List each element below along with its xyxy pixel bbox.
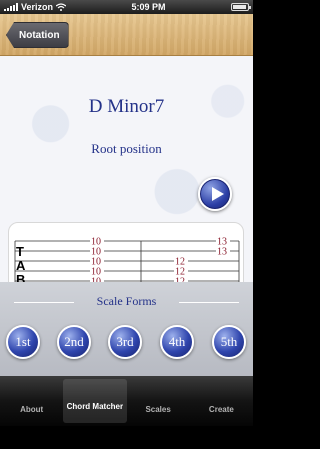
scale-form-5th-button[interactable]: 5th	[212, 325, 246, 359]
tab-chord-matcher[interactable]: Chord Matcher	[63, 379, 127, 423]
tab-clef-t: T	[16, 244, 24, 259]
status-bar: Verizon 5:09 PM	[0, 0, 253, 14]
carrier-label: Verizon	[21, 2, 54, 12]
tab-scales[interactable]: Scales	[127, 376, 190, 426]
tab-fret-number: 13	[217, 247, 227, 258]
navigation-bar: Notation	[0, 14, 253, 56]
tab-about[interactable]: About	[0, 376, 63, 426]
scale-form-4th-button[interactable]: 4th	[160, 325, 194, 359]
status-left: Verizon	[4, 2, 67, 12]
status-time: 5:09 PM	[131, 2, 166, 12]
tab-bar: About Chord Matcher Scales Create	[0, 376, 253, 426]
bottom-strip	[0, 426, 253, 449]
tab-clef-a: A	[16, 258, 26, 273]
battery-icon	[231, 3, 251, 11]
play-button[interactable]	[198, 177, 232, 211]
scale-forms-section: Scale Forms 1st 2nd 3rd 4th 5th	[0, 282, 253, 376]
wifi-icon	[56, 3, 67, 11]
tab-create[interactable]: Create	[190, 376, 253, 426]
signal-strength-icon	[4, 3, 18, 11]
scale-form-3rd-button[interactable]: 3rd	[108, 325, 142, 359]
divider-right	[179, 302, 239, 303]
scale-form-1st-button[interactable]: 1st	[6, 325, 40, 359]
chord-name: D Minor7	[88, 96, 165, 117]
back-button[interactable]: Notation	[6, 22, 69, 48]
chord-display-area: D Minor7 Root position 10131013101210121…	[0, 56, 253, 308]
scale-form-2nd-button[interactable]: 2nd	[57, 325, 91, 359]
position-label: Root position	[91, 141, 162, 156]
